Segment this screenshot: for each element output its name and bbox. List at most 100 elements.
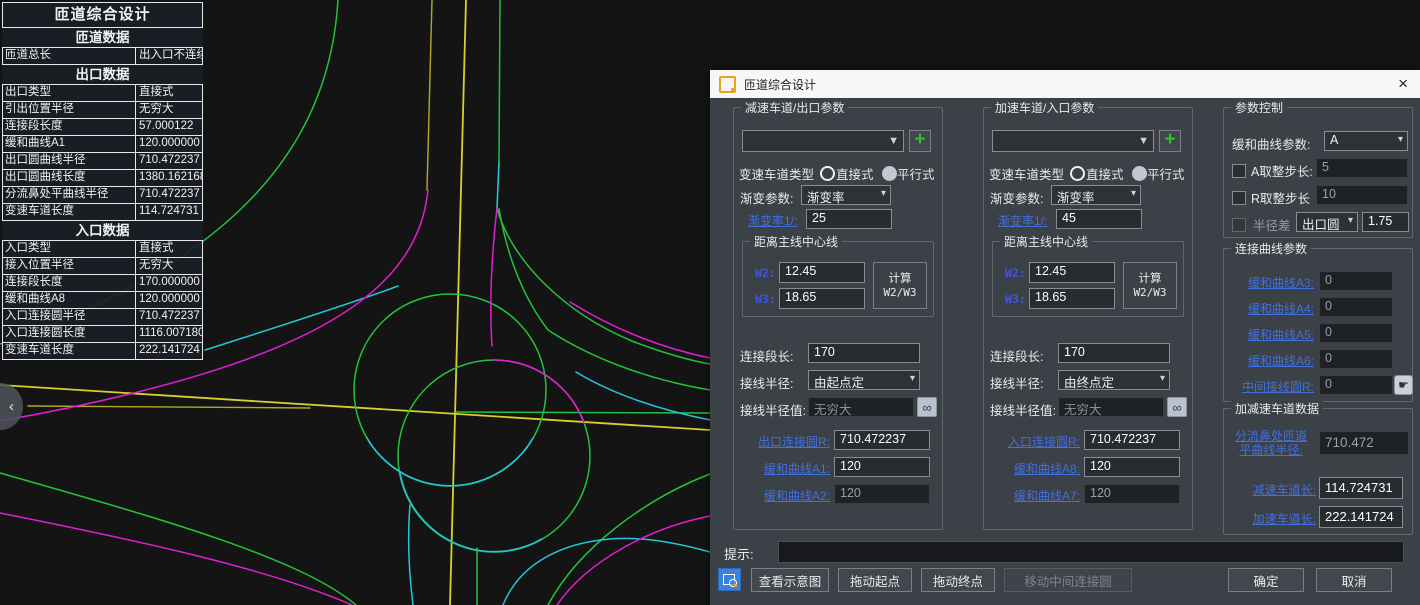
accel-length-input[interactable]: 222.141724 <box>1319 506 1403 528</box>
taper-param-select[interactable]: 渐变率 ▾ <box>801 185 891 205</box>
exit-circle-link[interactable]: 出口连接圆R: <box>736 433 830 450</box>
radius-diff-select[interactable]: 出口圆 ▾ <box>1296 212 1358 232</box>
table-row: 连接段长度170.000000 <box>3 275 202 292</box>
radio-direct-label[interactable]: 直接式 <box>836 164 874 183</box>
spiral-a8-input[interactable]: 120 <box>1084 457 1180 477</box>
spiral-a4-link[interactable]: 缓和曲线A4: <box>1228 300 1314 317</box>
w3-input[interactable]: 18.65 <box>1029 288 1115 309</box>
decel-length-link[interactable]: 减速车道长: <box>1226 481 1316 498</box>
calc-w2-w3-button[interactable]: 计算 W2/W3 <box>873 262 927 309</box>
conn-radius-label: 接线半径: <box>740 373 793 392</box>
drag-end-button[interactable]: 拖动终点 <box>921 568 995 592</box>
radius-diff-checkbox[interactable] <box>1232 218 1246 232</box>
spiral-a6-link[interactable]: 缓和曲线A6: <box>1228 352 1314 369</box>
add-ramp-button[interactable]: + <box>909 130 931 152</box>
radio-direct-type[interactable] <box>1070 166 1085 181</box>
a-step-checkbox[interactable] <box>1232 164 1246 178</box>
pick-on-screen-button[interactable]: ☛ <box>1394 375 1413 395</box>
conn-length-input[interactable]: 170 <box>1058 343 1170 363</box>
radio-direct-type[interactable] <box>820 166 835 181</box>
magenta-lower-left <box>0 513 352 605</box>
exit-circle-input[interactable]: 710.472237 <box>834 430 930 450</box>
taper-rate-link[interactable]: 渐变率1/: <box>748 212 797 229</box>
spiral-a1-link[interactable]: 缓和曲线A1: <box>736 460 830 477</box>
spiral-param-select[interactable]: A ▾ <box>1324 131 1408 151</box>
accel-panel-title: 加速车道/入口参数 <box>991 99 1098 116</box>
ramp-table-title: 匝道综合设计 <box>2 2 203 28</box>
radio-direct-label[interactable]: 直接式 <box>1086 164 1124 183</box>
taper-rate-input[interactable]: 45 <box>1056 209 1142 229</box>
radio-parallel-label[interactable]: 平行式 <box>897 164 935 183</box>
cancel-button[interactable]: 取消 <box>1316 568 1392 592</box>
spiral-a6-input: 0 <box>1319 349 1393 369</box>
radio-parallel-type[interactable] <box>882 166 897 181</box>
hint-label: 提示: <box>724 544 754 563</box>
app-icon <box>719 76 736 93</box>
spiral-a3-link[interactable]: 缓和曲线A3: <box>1228 274 1314 291</box>
decel-ramp-select[interactable]: ▼ <box>742 130 904 152</box>
dialog-titlebar[interactable]: 匝道综合设计 × <box>710 70 1420 98</box>
table-row: 缓和曲线A1120.000000 <box>3 136 202 153</box>
lane-data-group: 加减速车道数据 分流鼻处匝道 平曲线半径: 710.472 减速车道长: 114… <box>1223 408 1413 535</box>
dialog-title: 匝道综合设计 <box>744 76 816 93</box>
r-step-checkbox[interactable] <box>1232 191 1246 205</box>
conn-radius-select[interactable]: 由终点定 ▾ <box>1058 370 1170 390</box>
decel-length-input[interactable]: 114.724731 <box>1319 477 1403 499</box>
conn-length-input[interactable]: 170 <box>808 343 920 363</box>
spiral-a8-link[interactable]: 缓和曲线A8: <box>986 460 1080 477</box>
roundabout-circle-a <box>354 294 546 486</box>
table-row: 匝道总长 出入口不连续 <box>3 48 202 65</box>
spiral-param-label: 缓和曲线参数: <box>1232 134 1310 153</box>
move-mid-circle-button: 移动中间连接圆 <box>1004 568 1132 592</box>
calc-w2-w3-button[interactable]: 计算 W2/W3 <box>1123 262 1177 309</box>
radius-diff-input[interactable]: 1.75 <box>1362 212 1409 232</box>
drag-start-button[interactable]: 拖动起点 <box>838 568 912 592</box>
add-ramp-button[interactable]: + <box>1159 130 1181 152</box>
w3-label: W3: <box>755 292 776 306</box>
cyan-top-segment <box>497 162 499 208</box>
w3-input[interactable]: 18.65 <box>779 288 865 309</box>
infinity-button[interactable]: ∞ <box>917 397 937 417</box>
view-sketch-button[interactable]: 查看示意图 <box>751 568 829 592</box>
table-row: 连接段长度57.000122 <box>3 119 202 136</box>
accel-length-link[interactable]: 加速车道长: <box>1226 510 1316 527</box>
w2-input[interactable]: 12.45 <box>779 262 865 283</box>
w2-input[interactable]: 12.45 <box>1029 262 1115 283</box>
spiral-a1-input[interactable]: 120 <box>834 457 930 477</box>
nose-radius-link[interactable]: 分流鼻处匝道 平曲线半径: <box>1226 429 1316 457</box>
distance-group-title: 距离主线中心线 <box>1000 233 1092 250</box>
distance-group-title: 距离主线中心线 <box>750 233 842 250</box>
taper-rate-input[interactable]: 25 <box>806 209 892 229</box>
taper-param-select[interactable]: 渐变率 ▾ <box>1051 185 1141 205</box>
infinity-button[interactable]: ∞ <box>1167 397 1187 417</box>
close-icon[interactable]: × <box>1398 71 1408 97</box>
conn-length-label: 连接段长: <box>740 346 793 365</box>
magenta-upper-right <box>570 302 710 358</box>
radio-parallel-type[interactable] <box>1132 166 1147 181</box>
taper-rate-link[interactable]: 渐变率1/: <box>998 212 1047 229</box>
dropdown-chevron-icon: ▾ <box>910 373 915 384</box>
section-header-exit: 出口数据 <box>2 65 203 84</box>
radio-parallel-label[interactable]: 平行式 <box>1147 164 1185 183</box>
r-step-label: R取整步长 <box>1251 188 1310 207</box>
conn-radius-value-input: 无穷大 <box>808 397 914 417</box>
quick-view-button[interactable] <box>718 568 741 591</box>
hint-input[interactable] <box>778 541 1404 563</box>
entrance-circle-link[interactable]: 入口连接圆R: <box>986 433 1080 450</box>
mid-circle-link[interactable]: 中间接线圆R: <box>1228 378 1314 395</box>
accel-ramp-select[interactable]: ▼ <box>992 130 1154 152</box>
spiral-a2-link[interactable]: 缓和曲线A2: <box>736 487 830 504</box>
spiral-a7-link[interactable]: 缓和曲线A7: <box>986 487 1080 504</box>
ramp-data-table: 匝道综合设计 匝道数据 匝道总长 出入口不连续 出口数据 出口类型直接式 引出位… <box>2 2 203 360</box>
entrance-circle-input[interactable]: 710.472237 <box>1084 430 1180 450</box>
a-step-input: 5 <box>1316 158 1408 178</box>
ok-button[interactable]: 确定 <box>1228 568 1304 592</box>
conn-radius-select[interactable]: 由起点定 ▾ <box>808 370 920 390</box>
a-step-label: A取整步长: <box>1251 161 1313 180</box>
spiral-a5-link[interactable]: 缓和曲线A5: <box>1228 326 1314 343</box>
w2-label: W2: <box>1005 266 1026 280</box>
cyan-lower-right <box>503 538 710 605</box>
lane-data-title: 加减速车道数据 <box>1231 400 1323 417</box>
spiral-a4-input: 0 <box>1319 297 1393 317</box>
spiral-a2-input: 120 <box>834 484 930 504</box>
